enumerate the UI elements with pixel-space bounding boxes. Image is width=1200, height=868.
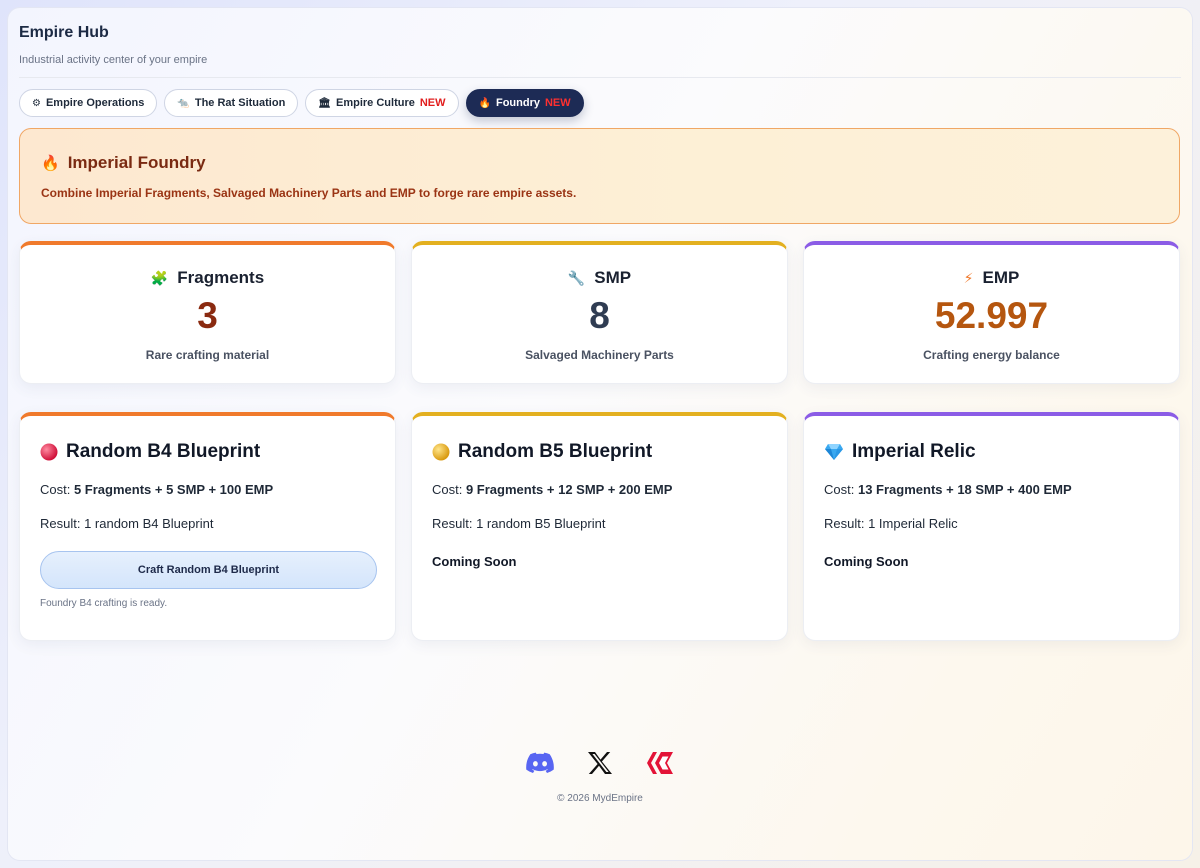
stat-value: 8 <box>589 295 610 336</box>
recipe-cost: Cost: 13 Fragments + 18 SMP + 400 EMP <box>824 482 1072 497</box>
stat-caption: Rare crafting material <box>145 348 270 362</box>
recipe-result: Result: 1 random B5 Blueprint <box>432 516 606 531</box>
new-badge: NEW <box>544 97 571 109</box>
x-icon[interactable] <box>586 749 614 777</box>
stat-card-fragments: 🧩 Fragments 3 Rare crafting material <box>19 241 396 384</box>
stat-caption: Salvaged Machinery Parts <box>525 348 674 362</box>
page-header: Empire Hub Industrial activity center of… <box>19 24 207 66</box>
museum-icon: 🏛 <box>318 97 331 109</box>
recipe-card-b5: Random B5 Blueprint Cost: 9 Fragments + … <box>411 412 788 641</box>
tab-label: The Rat Situation <box>194 97 286 109</box>
tab-label: Empire Culture <box>336 97 415 109</box>
tab-empire-operations[interactable]: ⚙ Empire Operations <box>19 89 158 117</box>
fire-icon: 🔥 <box>478 97 491 109</box>
stat-value: 52.997 <box>934 295 1049 336</box>
lightning-icon: ⚡ <box>963 269 974 286</box>
recipe-result: Result: 1 random B4 Blueprint <box>40 516 214 531</box>
stat-label: EMP <box>982 268 1020 287</box>
tab-rat-situation[interactable]: 🐀 The Rat Situation <box>164 89 299 117</box>
tab-foundry[interactable]: 🔥 Foundry NEW <box>465 89 584 117</box>
recipe-result: Result: 1 Imperial Relic <box>824 516 958 531</box>
stat-label: Fragments <box>177 268 265 287</box>
tab-bar: ⚙ Empire Operations 🐀 The Rat Situation … <box>19 89 584 117</box>
tab-empire-culture[interactable]: 🏛 Empire Culture NEW <box>305 89 459 117</box>
page-subtitle: Industrial activity center of your empir… <box>19 54 208 66</box>
copyright-text: © 2026 MydEmpire <box>557 793 643 804</box>
recipe-cost: Cost: 5 Fragments + 5 SMP + 100 EMP <box>40 482 274 497</box>
foundry-banner: 🔥 Imperial Foundry Combine Imperial Frag… <box>19 128 1180 224</box>
craft-status-note: Foundry B4 crafting is ready. <box>40 598 168 609</box>
gem-icon <box>825 444 843 460</box>
tab-label: Empire Operations <box>45 97 145 109</box>
recipe-cost-value: 9 Fragments + 12 SMP + 200 EMP <box>465 482 673 497</box>
tab-label: Foundry <box>495 97 540 109</box>
coming-soon-label: Coming Soon <box>432 554 517 569</box>
stat-caption: Crafting energy balance <box>923 348 1060 362</box>
recipe-cost-value: 5 Fragments + 5 SMP + 100 EMP <box>73 482 274 497</box>
hive-icon[interactable] <box>646 749 674 777</box>
stat-label: SMP <box>594 268 632 287</box>
banner-description: Combine Imperial Fragments, Salvaged Mac… <box>41 186 577 200</box>
coming-soon-label: Coming Soon <box>824 554 909 569</box>
stat-card-emp: ⚡ EMP 52.997 Crafting energy balance <box>803 241 1180 384</box>
wrench-icon: 🔧 <box>567 269 586 286</box>
recipe-cost-value: 13 Fragments + 18 SMP + 400 EMP <box>857 482 1072 497</box>
stat-card-smp: 🔧 SMP 8 Salvaged Machinery Parts <box>411 241 788 384</box>
rat-icon: 🐀 <box>177 97 190 109</box>
new-badge: NEW <box>419 97 446 109</box>
recipe-title: Imperial Relic <box>852 441 976 462</box>
banner-title: Imperial Foundry <box>67 153 206 172</box>
gear-icon: ⚙ <box>32 97 41 109</box>
recipe-card-relic: Imperial Relic Cost: 13 Fragments + 18 S… <box>803 412 1180 641</box>
puzzle-icon: 🧩 <box>150 269 169 286</box>
fire-icon: 🔥 <box>41 155 60 172</box>
gold-orb-icon <box>432 443 450 461</box>
craft-b4-button[interactable]: Craft Random B4 Blueprint <box>40 551 377 589</box>
recipe-cost: Cost: 9 Fragments + 12 SMP + 200 EMP <box>432 482 673 497</box>
recipe-title: Random B5 Blueprint <box>458 441 653 462</box>
recipe-title: Random B4 Blueprint <box>66 441 261 462</box>
recipe-card-b4: Random B4 Blueprint Cost: 5 Fragments + … <box>19 412 396 641</box>
discord-icon[interactable] <box>526 749 554 777</box>
social-links <box>0 749 1200 777</box>
header-divider <box>19 77 1181 78</box>
page-title: Empire Hub <box>19 24 109 41</box>
stat-value: 3 <box>197 295 218 336</box>
red-orb-icon <box>40 443 58 461</box>
